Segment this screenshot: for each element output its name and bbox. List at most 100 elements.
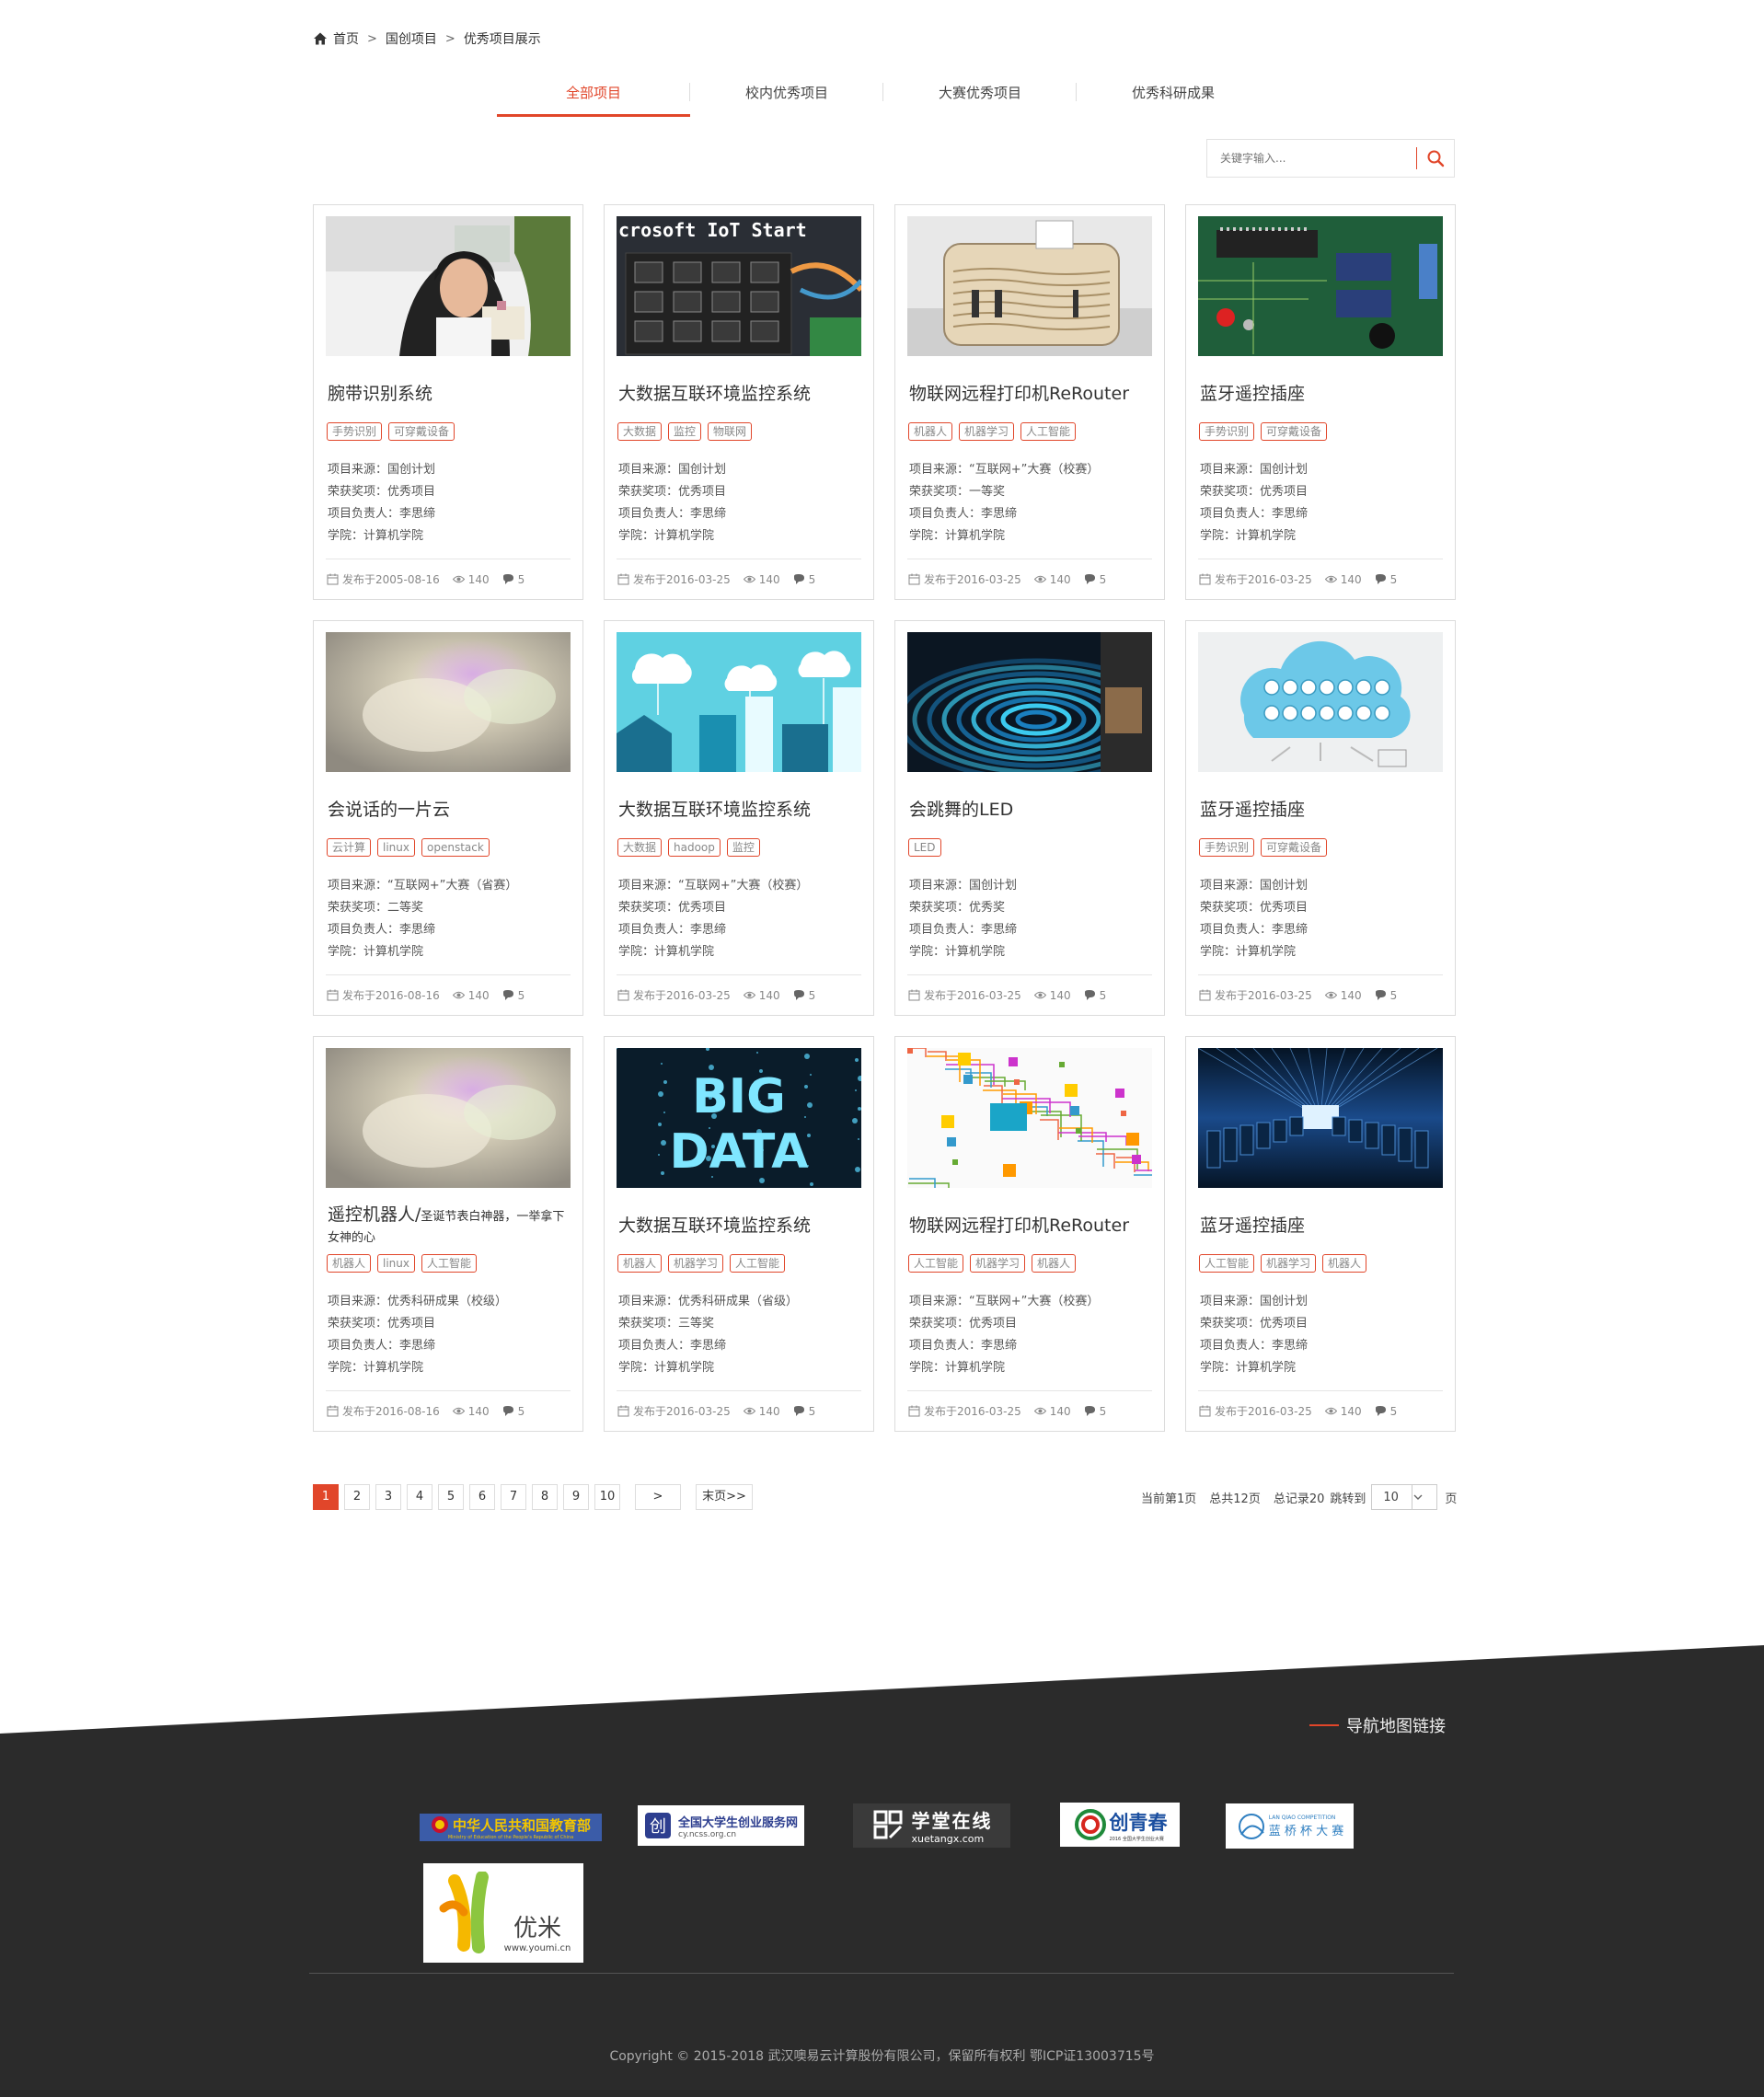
- project-card[interactable]: 遥控机器人/圣诞节表白神器，一举拿下女神的心 机器人 linux 人工智能 项目来源…: [313, 1036, 583, 1432]
- project-title[interactable]: 物联网远程打印机ReRouter: [909, 380, 1158, 405]
- project-tag[interactable]: 云计算: [327, 838, 372, 857]
- logo-moe[interactable]: 中华人民共和国教育部 Ministry of Education of the …: [420, 1814, 602, 1841]
- project-tag[interactable]: 机器人: [327, 1254, 372, 1273]
- project-card[interactable]: 腕带识别系统 手势识别 可穿戴设备 项目来源：国创计划 荣获奖项：优秀项目 项目负…: [313, 204, 583, 600]
- project-title[interactable]: 会说话的一片云: [328, 796, 576, 821]
- tab-school-projects[interactable]: 校内优秀项目: [690, 77, 883, 118]
- project-thumbnail[interactable]: [617, 632, 861, 772]
- project-card[interactable]: 物联网远程打印机ReRouter 机器人 机器学习 人工智能 项目来源：“互联网+”…: [894, 204, 1165, 600]
- source-value: “互联网+”大赛（校赛）: [969, 463, 1100, 477]
- project-info: 项目来源：“互联网+”大赛（省赛） 荣获奖项：二等奖 项目负责人：李思缔 学院：…: [328, 875, 517, 963]
- page-button[interactable]: 8: [532, 1484, 558, 1510]
- next-page-button[interactable]: >: [635, 1484, 681, 1510]
- project-tag[interactable]: 机器学习: [1261, 1254, 1317, 1273]
- project-thumbnail[interactable]: BIG DATA: [617, 1048, 861, 1188]
- project-tag[interactable]: 手势识别: [327, 422, 383, 441]
- search-input[interactable]: [1207, 140, 1416, 177]
- project-card[interactable]: 物联网远程打印机ReRouter 人工智能 机器学习 机器人 项目来源：“互联网+”…: [894, 1036, 1165, 1432]
- project-card[interactable]: 会说话的一片云 云计算 linux openstack 项目来源：“互联网+”大赛（…: [313, 620, 583, 1016]
- project-title[interactable]: 遥控机器人/圣诞节表白神器，一举拿下女神的心: [328, 1205, 576, 1248]
- project-card[interactable]: 会跳舞的LED LED 项目来源：国创计划 荣获奖项：优秀奖 项目负责人：李思缔…: [894, 620, 1165, 1016]
- project-tag[interactable]: 机器人: [908, 422, 953, 441]
- project-tag[interactable]: 大数据: [617, 838, 663, 857]
- logo-xuetangx[interactable]: 学堂在线 xuetangx.com: [853, 1803, 1010, 1848]
- project-tag[interactable]: 人工智能: [908, 1254, 964, 1273]
- project-tag[interactable]: openstack: [421, 838, 490, 857]
- project-tag[interactable]: 可穿戴设备: [1261, 422, 1328, 441]
- project-title[interactable]: 蓝牙遥控插座: [1200, 380, 1448, 405]
- page-button[interactable]: 7: [501, 1484, 526, 1510]
- breadcrumb-projects[interactable]: 国创项目: [386, 29, 437, 48]
- award-value: 一等奖: [969, 485, 1006, 499]
- project-title[interactable]: 物联网远程打印机ReRouter: [909, 1212, 1158, 1237]
- search-button[interactable]: [1417, 140, 1454, 177]
- project-tag[interactable]: 机器人: [1322, 1254, 1367, 1273]
- project-tag[interactable]: 人工智能: [1199, 1254, 1255, 1273]
- source-label: 项目来源：: [328, 463, 388, 477]
- page-button[interactable]: 4: [407, 1484, 432, 1510]
- project-title[interactable]: 大数据互联环境监控系统: [618, 1212, 867, 1237]
- project-tag[interactable]: 人工智能: [1020, 422, 1077, 441]
- tab-all-projects[interactable]: 全部项目: [497, 77, 690, 118]
- page-button[interactable]: 10: [594, 1484, 620, 1510]
- project-tag[interactable]: 机器学习: [970, 1254, 1026, 1273]
- project-tag[interactable]: 手势识别: [1199, 838, 1255, 857]
- project-thumbnail[interactable]: [1198, 632, 1443, 772]
- project-card[interactable]: 蓝牙遥控插座 人工智能 机器学习 机器人 项目来源：国创计划 荣获奖项：优秀项目 项…: [1185, 1036, 1456, 1432]
- project-thumbnail[interactable]: [326, 216, 571, 356]
- project-tag[interactable]: 人工智能: [421, 1254, 478, 1273]
- project-tag[interactable]: hadoop: [668, 838, 721, 857]
- project-thumbnail[interactable]: [907, 1048, 1152, 1188]
- project-title[interactable]: 蓝牙遥控插座: [1200, 1212, 1448, 1237]
- breadcrumb-home[interactable]: 首页: [333, 29, 359, 48]
- project-thumbnail[interactable]: [326, 632, 571, 772]
- last-page-button[interactable]: 末页>>: [696, 1484, 753, 1510]
- project-title[interactable]: 大数据互联环境监控系统: [618, 380, 867, 405]
- project-card[interactable]: crosoft IoT Start 大数据互联环境监控系统 大数据 监控 物联网 项…: [604, 204, 874, 600]
- project-tag[interactable]: 机器学习: [959, 422, 1015, 441]
- project-tag[interactable]: 监控: [668, 422, 702, 441]
- project-title[interactable]: 蓝牙遥控插座: [1200, 796, 1448, 821]
- project-tag[interactable]: 可穿戴设备: [388, 422, 455, 441]
- logo-chuangqingchun[interactable]: 创青春 2016 全国大学生创业大赛: [1060, 1803, 1180, 1847]
- project-tag[interactable]: 可穿戴设备: [1261, 838, 1328, 857]
- page-button[interactable]: 1: [313, 1484, 339, 1510]
- project-card[interactable]: 蓝牙遥控插座 手势识别 可穿戴设备 项目来源：国创计划 荣获奖项：优秀项目 项目负…: [1185, 620, 1456, 1016]
- project-thumbnail[interactable]: crosoft IoT Start: [617, 216, 861, 356]
- project-tag[interactable]: 机器人: [1032, 1254, 1077, 1273]
- thumbnail-image: [326, 1048, 571, 1188]
- page-button[interactable]: 5: [438, 1484, 464, 1510]
- project-thumbnail[interactable]: [1198, 1048, 1443, 1188]
- home-icon[interactable]: [313, 31, 328, 46]
- project-tag[interactable]: 大数据: [617, 422, 663, 441]
- logo-youmi[interactable]: 优米 www.youmi.cn: [423, 1863, 583, 1963]
- project-thumbnail[interactable]: [907, 216, 1152, 356]
- project-card[interactable]: 蓝牙遥控插座 手势识别 可穿戴设备 项目来源：国创计划 荣获奖项：优秀项目 项目负…: [1185, 204, 1456, 600]
- project-tag[interactable]: 物联网: [708, 422, 753, 441]
- project-title[interactable]: 腕带识别系统: [328, 380, 576, 405]
- project-thumbnail[interactable]: [1198, 216, 1443, 356]
- project-tag[interactable]: LED: [908, 838, 941, 857]
- logo-lanqiao[interactable]: LAN QIAO COMPETITION 蓝 桥 杯 大 赛: [1226, 1803, 1354, 1849]
- tab-research-results[interactable]: 优秀科研成果: [1077, 77, 1270, 118]
- project-title[interactable]: 大数据互联环境监控系统: [618, 796, 867, 821]
- project-tag[interactable]: 手势识别: [1199, 422, 1255, 441]
- project-card[interactable]: 大数据互联环境监控系统 大数据 hadoop 监控 项目来源：“互联网+”大赛（校赛…: [604, 620, 874, 1016]
- project-title[interactable]: 会跳舞的LED: [909, 796, 1158, 821]
- project-thumbnail[interactable]: [907, 632, 1152, 772]
- project-tag[interactable]: 机器学习: [668, 1254, 724, 1273]
- project-thumbnail[interactable]: [326, 1048, 571, 1188]
- tab-competition-projects[interactable]: 大赛优秀项目: [883, 77, 1077, 118]
- project-tag[interactable]: linux: [377, 1254, 415, 1273]
- logo-ncss[interactable]: 创 全国大学生创业服务网 cy.ncss.org.cn: [638, 1805, 804, 1846]
- project-tag[interactable]: linux: [377, 838, 415, 857]
- page-jump-select[interactable]: 10: [1371, 1484, 1438, 1510]
- project-tag[interactable]: 监控: [726, 838, 760, 857]
- project-card[interactable]: BIG DATA 大数据互联环境监控系统 机器人 机器学习 人工智能 项目来源：优秀科…: [604, 1036, 874, 1432]
- project-tag[interactable]: 机器人: [617, 1254, 663, 1273]
- page-button[interactable]: 2: [344, 1484, 370, 1510]
- project-tag[interactable]: 人工智能: [730, 1254, 786, 1273]
- page-button[interactable]: 3: [375, 1484, 401, 1510]
- page-button[interactable]: 6: [469, 1484, 495, 1510]
- page-button[interactable]: 9: [563, 1484, 589, 1510]
